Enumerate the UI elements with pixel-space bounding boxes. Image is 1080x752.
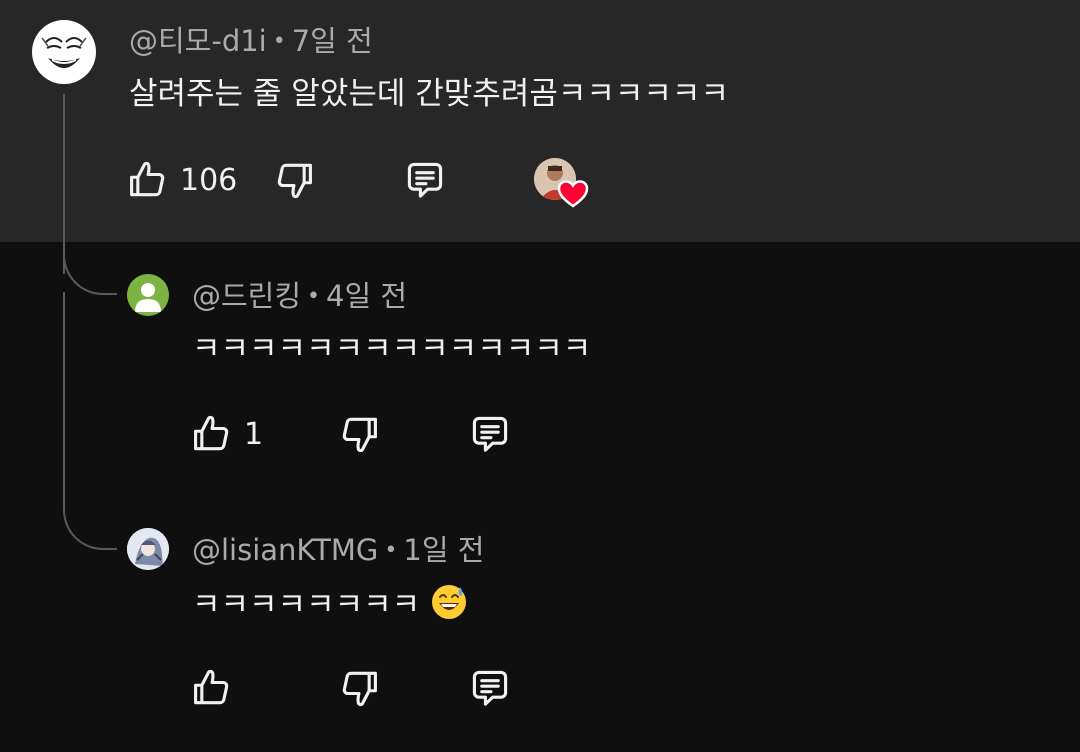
reply-icon[interactable]: [403, 158, 447, 202]
comment-text: ㅋㅋㅋㅋㅋㅋㅋㅋㅋㅋㅋㅋㅋㅋ: [192, 331, 592, 367]
meta-separator: •: [307, 284, 321, 309]
like-icon[interactable]: [189, 412, 233, 456]
meme-face-avatar[interactable]: [32, 20, 96, 84]
comment-meta: @드린킹 • 4일 전: [192, 278, 407, 315]
comment-timestamp[interactable]: 7일 전: [292, 24, 373, 58]
comment-text-row: ㅋㅋㅋㅋㅋㅋㅋㅋ: [192, 583, 468, 625]
like-icon[interactable]: [125, 158, 169, 202]
dislike-icon[interactable]: [338, 412, 382, 456]
thread-line: [63, 292, 65, 482]
comment-author-handle[interactable]: @티모-d1i: [129, 24, 267, 58]
default-person-avatar[interactable]: [127, 274, 169, 316]
thread-connector: [63, 245, 117, 295]
anime-character-avatar[interactable]: [127, 528, 169, 570]
meta-separator: •: [272, 29, 286, 54]
comment-meta: @티모-d1i • 7일 전: [129, 23, 373, 60]
comment-author-handle[interactable]: @lisianKTMG: [192, 533, 378, 567]
dislike-icon[interactable]: [273, 158, 317, 202]
comment-text: 살려주는 줄 알았는데 간맞추려곰ㅋㅋㅋㅋㅋㅋ: [129, 76, 729, 112]
grinning-sweat-emoji: [430, 583, 468, 621]
like-count: 106: [180, 163, 238, 198]
thread-connector: [63, 480, 117, 550]
meta-separator: •: [384, 538, 398, 563]
comment-timestamp[interactable]: 1일 전: [403, 533, 484, 567]
comment-timestamp[interactable]: 4일 전: [326, 279, 407, 313]
like-count: 1: [244, 417, 264, 452]
reply-icon[interactable]: [468, 412, 512, 456]
reply-icon[interactable]: [468, 666, 512, 710]
comment-meta: @lisianKTMG • 1일 전: [192, 532, 484, 569]
like-icon[interactable]: [189, 666, 233, 710]
comment-text: ㅋㅋㅋㅋㅋㅋㅋㅋ: [192, 587, 421, 623]
comment-author-handle[interactable]: @드린킹: [192, 279, 301, 313]
creator-heart-badge: [557, 179, 589, 209]
dislike-icon[interactable]: [338, 666, 382, 710]
